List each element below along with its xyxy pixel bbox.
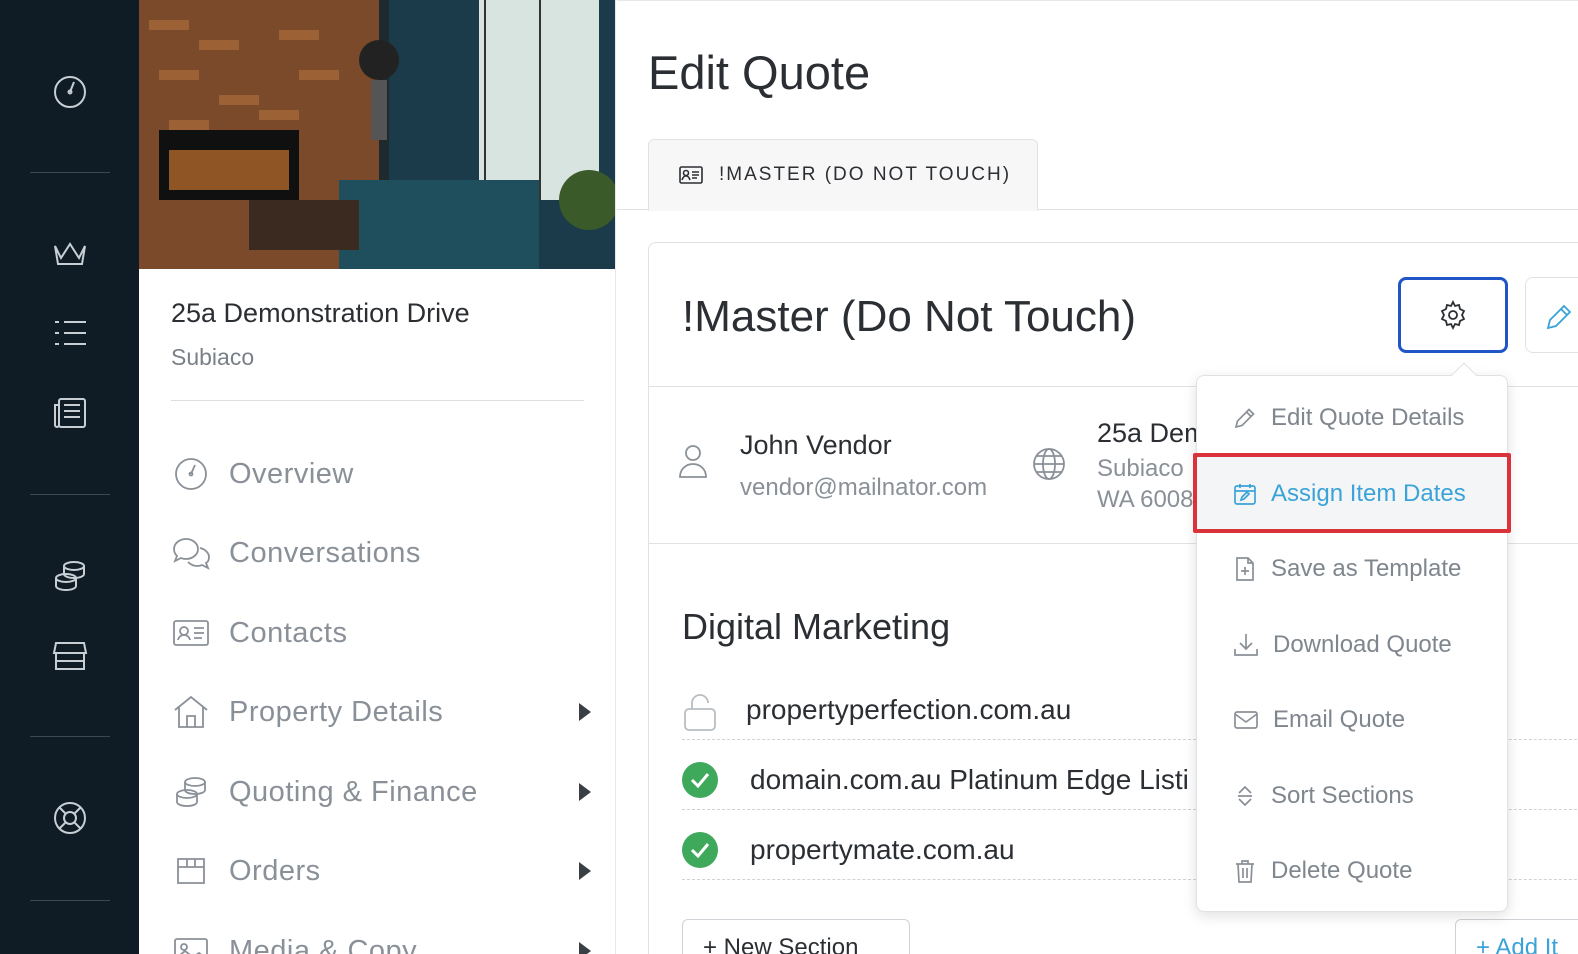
file-plus-icon xyxy=(1236,557,1254,581)
lifebuoy-icon[interactable] xyxy=(50,798,90,838)
menu-item-save-as-template[interactable]: Save as Template xyxy=(1197,531,1509,607)
home-icon xyxy=(171,692,211,732)
settings-dropdown-menu: Edit Quote Details Assign Item Dates Sav… xyxy=(1193,362,1511,912)
quote-title: !Master (Do Not Touch) xyxy=(682,292,1137,341)
nav-item-overview[interactable]: Overview xyxy=(171,449,591,499)
pencil-icon xyxy=(1234,408,1255,429)
chat-icon xyxy=(171,533,211,573)
download-icon xyxy=(1234,634,1258,656)
menu-item-label: Sort Sections xyxy=(1271,782,1414,809)
image-icon xyxy=(171,931,211,954)
menu-item-label: Save as Template xyxy=(1271,555,1462,582)
section-title: Digital Marketing xyxy=(682,606,951,647)
check-circle-icon[interactable] xyxy=(682,832,718,868)
menu-item-label: Delete Quote xyxy=(1271,857,1413,884)
menu-item-delete-quote[interactable]: Delete Quote xyxy=(1197,833,1509,909)
store-icon[interactable] xyxy=(50,636,90,676)
nav-label: Quoting & Finance xyxy=(229,775,478,808)
calendar-edit-icon xyxy=(1234,484,1256,505)
rail-divider xyxy=(30,494,110,495)
contact-email[interactable]: vendor@mailnator.com xyxy=(740,474,987,502)
check-circle-icon[interactable] xyxy=(682,762,718,798)
chevron-right-icon[interactable] xyxy=(579,703,591,721)
rail-divider xyxy=(30,900,110,901)
menu-item-edit-quote-details[interactable]: Edit Quote Details xyxy=(1197,380,1509,456)
settings-button[interactable] xyxy=(1398,277,1508,353)
item-label: propertyperfection.com.au xyxy=(746,694,1072,725)
nav-item-property-details[interactable]: Property Details xyxy=(171,687,591,737)
rail-divider xyxy=(30,172,110,173)
contact-card-icon xyxy=(171,613,211,653)
address-line-3: WA 6008 xyxy=(1097,486,1194,513)
tab-master-quote[interactable]: !MASTER (DO NOT TOUCH) xyxy=(648,139,1038,211)
menu-item-label: Assign Item Dates xyxy=(1271,480,1466,507)
contact-name: John Vendor xyxy=(740,430,892,460)
page-title: Edit Quote xyxy=(648,46,871,99)
list-icon[interactable] xyxy=(50,313,90,353)
chevron-right-icon[interactable] xyxy=(579,783,591,801)
property-panel: 25a Demonstration Drive Subiaco Overview… xyxy=(139,0,616,954)
nav-item-conversations[interactable]: Conversations xyxy=(171,528,591,578)
item-label: domain.com.au Platinum Edge Listi xyxy=(750,764,1189,795)
icon-rail xyxy=(0,0,139,954)
menu-item-label: Download Quote xyxy=(1273,631,1452,658)
coins-icon xyxy=(171,772,211,812)
tab-label: !MASTER (DO NOT TOUCH) xyxy=(719,164,1012,185)
nav-label: Conversations xyxy=(229,536,421,569)
menu-item-email-quote[interactable]: Email Quote xyxy=(1197,682,1509,758)
menu-item-label: Edit Quote Details xyxy=(1271,404,1465,431)
rail-divider xyxy=(30,736,110,737)
contact-card-icon xyxy=(679,166,703,184)
pencil-icon xyxy=(1546,304,1572,330)
nav-label: Media & Copy xyxy=(229,934,418,954)
item-label: propertymate.com.au xyxy=(750,834,1015,865)
edit-button[interactable] xyxy=(1525,277,1578,353)
dashboard-icon[interactable] xyxy=(50,72,90,112)
coins-icon[interactable] xyxy=(50,556,90,596)
crown-icon[interactable] xyxy=(50,234,90,274)
menu-item-assign-item-dates[interactable]: Assign Item Dates xyxy=(1193,453,1511,533)
menu-item-label: Email Quote xyxy=(1273,706,1406,733)
box-icon xyxy=(171,851,211,891)
property-photo xyxy=(139,0,615,269)
menu-item-download-quote[interactable]: Download Quote xyxy=(1197,607,1509,683)
nav-label: Overview xyxy=(229,457,354,490)
property-suburb: Subiaco xyxy=(171,344,255,370)
lock-icon[interactable] xyxy=(682,692,718,731)
add-item-button[interactable]: + Add It xyxy=(1455,919,1578,954)
envelope-icon xyxy=(1234,711,1258,729)
nav-item-contacts[interactable]: Contacts xyxy=(171,608,591,658)
address-line-1: 25a Dem xyxy=(1097,418,1207,448)
dashboard-icon xyxy=(171,454,211,494)
sort-icon xyxy=(1238,785,1252,807)
nav-label: Property Details xyxy=(229,695,444,728)
address-line-2: Subiaco xyxy=(1097,455,1184,482)
new-section-button[interactable]: + New Section xyxy=(682,919,910,954)
nav-item-media-copy[interactable]: Media & Copy xyxy=(171,926,591,954)
user-icon xyxy=(677,443,709,484)
nav-item-orders[interactable]: Orders xyxy=(171,846,591,896)
nav-label: Orders xyxy=(229,854,321,887)
trash-icon xyxy=(1236,860,1254,883)
panel-divider xyxy=(171,400,584,401)
nav-label: Contacts xyxy=(229,616,348,649)
menu-item-sort-sections[interactable]: Sort Sections xyxy=(1197,758,1509,834)
chevron-right-icon[interactable] xyxy=(579,862,591,880)
newspaper-icon[interactable] xyxy=(50,393,90,433)
property-name: 25a Demonstration Drive xyxy=(171,298,470,328)
globe-icon xyxy=(1032,447,1066,486)
gear-icon xyxy=(1440,300,1466,330)
chevron-right-icon[interactable] xyxy=(579,942,591,954)
nav-item-quoting-finance[interactable]: Quoting & Finance xyxy=(171,767,591,817)
